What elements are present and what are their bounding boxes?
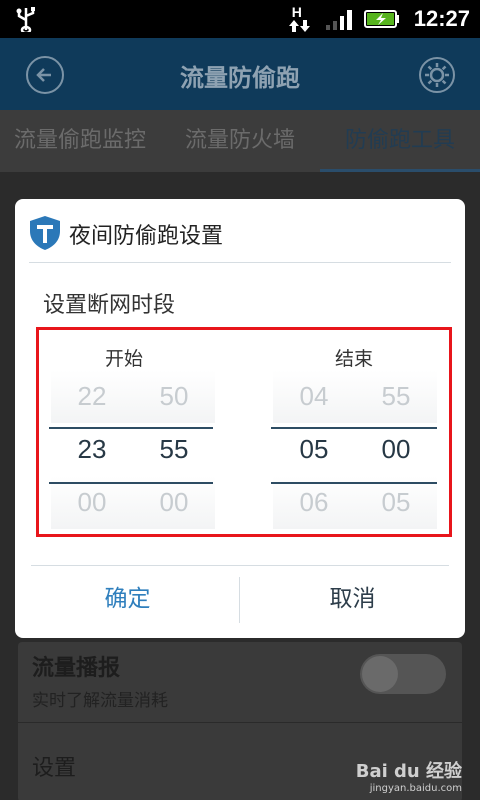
section-label: 设置断网时段	[43, 293, 176, 318]
tab-bar: 流量偷跑监控 流量防火墙 防偷跑工具	[0, 110, 480, 172]
confirm-button[interactable]: 确定	[15, 569, 240, 629]
start-hour-wheel[interactable]: 22 23 00	[51, 370, 133, 530]
start-minute-current[interactable]: 55	[133, 423, 215, 476]
end-hour-current[interactable]: 05	[273, 423, 355, 476]
start-minute-prev[interactable]: 50	[133, 370, 215, 423]
end-hour-prev[interactable]: 04	[273, 370, 355, 423]
end-label: 结束	[334, 348, 373, 370]
dialog-button-divider	[31, 565, 449, 566]
start-minute-wheel[interactable]: 50 55 00	[133, 370, 215, 530]
traffic-report-subtitle: 实时了解流量消耗	[32, 691, 168, 711]
time-range-picker: 开始 22 23 00 50 55 00 结束 04 05 06 55 00 0…	[36, 327, 452, 537]
baidu-watermark: Bai du 经验 jingyan.baidu.com	[356, 757, 462, 794]
start-hour-current[interactable]: 23	[51, 423, 133, 476]
card-divider	[18, 722, 462, 723]
dialog-title: 夜间防偷跑设置	[69, 224, 224, 249]
traffic-report-toggle[interactable]	[360, 654, 446, 694]
traffic-report-row[interactable]: 流量播报 实时了解流量消耗	[32, 650, 168, 711]
start-selection-top-line	[49, 427, 213, 429]
settings-gear-icon[interactable]	[418, 56, 456, 94]
night-mode-dialog: 夜间防偷跑设置 设置断网时段 开始 22 23 00 50 55 00 结束 0…	[15, 199, 465, 638]
start-label: 开始	[104, 348, 143, 370]
network-type-icon: H	[288, 4, 316, 34]
end-selection-top-line	[271, 427, 437, 429]
tab-firewall[interactable]: 流量防火墙	[160, 110, 320, 172]
start-selection-bottom-line	[49, 482, 213, 484]
dialog-header: 夜间防偷跑设置	[29, 211, 451, 263]
toggle-knob	[362, 656, 398, 692]
end-hour-wheel[interactable]: 04 05 06	[273, 370, 355, 530]
watermark-brand: Bai du 经验	[355, 761, 462, 782]
end-minute-prev[interactable]: 55	[355, 370, 437, 423]
watermark-url: jingyan.baidu.com	[369, 783, 462, 794]
end-selection-bottom-line	[271, 482, 437, 484]
tab-traffic-monitor[interactable]: 流量偷跑监控	[0, 110, 160, 172]
end-minute-current[interactable]: 00	[355, 423, 437, 476]
app-bar: 流量防偷跑	[0, 38, 480, 110]
shield-icon	[30, 216, 60, 250]
start-hour-prev[interactable]: 22	[51, 370, 133, 423]
cancel-button[interactable]: 取消	[240, 569, 465, 629]
usb-icon	[16, 7, 35, 32]
signal-icon	[325, 10, 352, 30]
settings-row[interactable]: 设置	[32, 750, 76, 782]
clock: 12:27	[413, 6, 470, 31]
app-title: 流量防偷跑	[180, 64, 300, 92]
battery-charging-icon	[363, 10, 399, 28]
status-bar: H 12:27	[0, 0, 480, 38]
traffic-report-title: 流量播报	[32, 656, 121, 681]
end-minute-wheel[interactable]: 55 00 05	[355, 370, 437, 530]
tab-anti-leak-tools[interactable]: 防偷跑工具	[320, 110, 480, 172]
